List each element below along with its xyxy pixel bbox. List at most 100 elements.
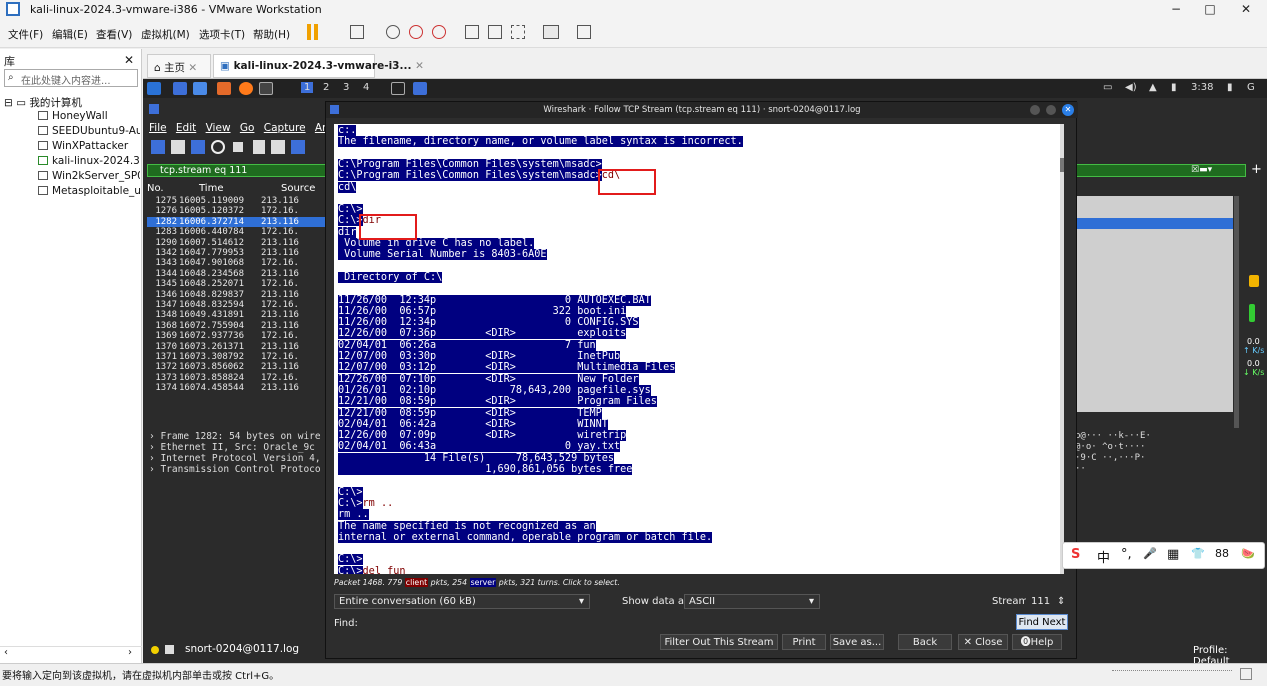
text-editor-icon[interactable] <box>217 82 231 95</box>
menu-tabs[interactable]: 选项卡(T) <box>199 27 245 42</box>
device-status-icons[interactable] <box>1112 670 1232 680</box>
close-dialog-button[interactable]: ✕ Close <box>958 634 1008 650</box>
menu-file[interactable]: 文件(F) <box>8 27 43 42</box>
show-desktop-icon[interactable] <box>173 82 187 95</box>
packet-list-scrollbar[interactable] <box>1234 196 1239 428</box>
maximize-button[interactable]: □ <box>1192 0 1228 18</box>
packet-row[interactable]: 1347 16048.832594 172.16. <box>147 300 327 310</box>
packet-row[interactable]: 1369 16072.937736 172.16. <box>147 331 327 341</box>
pause-icon[interactable] <box>307 24 311 40</box>
lock-icon[interactable]: ▮ <box>1171 82 1177 93</box>
back-button[interactable]: Back <box>898 634 952 650</box>
packet-row[interactable]: 1282 16006.372714 213.116 <box>147 216 327 227</box>
packet-row[interactable]: 1374 16074.458544 213.116 <box>147 383 327 393</box>
save-as-button[interactable]: Save as... <box>830 634 884 650</box>
tab-home[interactable]: ⌂ 主页 ✕ <box>147 54 211 78</box>
screen-lock-icon[interactable]: ▮ <box>1227 82 1233 93</box>
close-icon[interactable]: ✕ <box>415 60 424 72</box>
tree-item-vm[interactable]: Win2kServer_SP0 <box>38 170 140 182</box>
packet-info-line[interactable]: Packet 1468. 779 client pkts, 254 server… <box>334 578 620 587</box>
wireshark-task-icon[interactable] <box>413 82 427 95</box>
ws-menu-capture[interactable]: Capture <box>264 122 306 134</box>
dialog-minimize-button[interactable] <box>1030 105 1040 115</box>
tree-root-my-computer[interactable]: ⊟ ▭ 我的计算机 <box>4 95 140 110</box>
vm-screen[interactable]: 1 2 3 4 ▭ ◀) ▲ ▮ 3:38 ▮ G File Edit View… <box>143 79 1267 667</box>
stream-number-spinner[interactable]: 111 ⇕ <box>1026 594 1070 609</box>
packet-row[interactable]: 1275 16005.119009 213.116 <box>147 196 327 206</box>
ws-menu-edit[interactable]: Edit <box>176 122 196 134</box>
dialog-close-button[interactable]: ✕ <box>1062 104 1074 116</box>
capture-options-icon[interactable] <box>211 140 225 154</box>
workspace-3[interactable]: 3 <box>343 82 349 93</box>
start-capture-icon[interactable] <box>151 140 165 154</box>
ws-menu-go[interactable]: Go <box>240 122 255 134</box>
stream-content[interactable]: c:. The filename, directory name, or volu… <box>334 124 1062 574</box>
tree-item-vm[interactable]: Metasploitable_u <box>38 185 140 197</box>
packet-detail-row[interactable]: › Ethernet II, Src: Oracle_9c <box>149 442 327 453</box>
menu-view[interactable]: 查看(V) <box>96 27 132 42</box>
packet-row[interactable]: 1344 16048.234568 213.116 <box>147 269 327 279</box>
stream-scrollbar[interactable] <box>1060 124 1064 574</box>
close-button[interactable]: ✕ <box>1228 0 1264 18</box>
terminal-icon[interactable] <box>259 82 273 95</box>
packet-row[interactable]: 1346 16048.829837 213.116 <box>147 290 327 300</box>
punctuation-icon[interactable]: °, <box>1121 547 1132 562</box>
firefox-icon[interactable] <box>239 82 253 95</box>
fullscreen-icon[interactable] <box>511 25 525 39</box>
packet-row[interactable]: 1283 16006.440784 172.16. <box>147 227 327 237</box>
shield-icon[interactable] <box>1249 275 1259 287</box>
open-file-icon[interactable] <box>233 142 243 152</box>
packet-row[interactable]: 1371 16073.308792 172.16. <box>147 352 327 362</box>
display-filter-input[interactable]: tcp.stream eq 111 <box>147 164 327 177</box>
print-button[interactable]: Print <box>782 634 826 650</box>
library-search-input[interactable]: ⌕ 在此处键入内容进... <box>4 69 138 87</box>
packet-row[interactable]: 1342 16047.779953 213.116 <box>147 248 327 258</box>
packet-row[interactable]: 1372 16073.856062 213.116 <box>147 362 327 372</box>
packet-row[interactable]: 1370 16073.261371 213.116 <box>147 342 327 352</box>
filter-out-stream-button[interactable]: Filter Out This Stream <box>660 634 778 650</box>
window-list-icon[interactable] <box>391 82 405 95</box>
tree-item-vm[interactable]: kali-linux-2024.3- <box>38 155 140 167</box>
revert-snapshot-icon[interactable] <box>409 25 423 39</box>
menu-edit[interactable]: 编辑(E) <box>52 27 88 42</box>
expert-info-icon[interactable] <box>165 645 174 654</box>
expand-icon[interactable]: › <box>149 431 160 442</box>
console-view-icon[interactable] <box>543 25 559 39</box>
find-input[interactable] <box>360 616 1008 630</box>
send-ctrl-alt-del-icon[interactable] <box>350 25 364 39</box>
restart-capture-icon[interactable] <box>191 140 205 154</box>
keyboard-icon[interactable]: ▦ <box>1167 547 1179 562</box>
expand-icon[interactable]: › <box>149 464 160 475</box>
display-icon[interactable]: ▭ <box>1103 82 1112 93</box>
workspace-2[interactable]: 2 <box>323 82 329 93</box>
close-file-icon[interactable] <box>271 140 285 154</box>
col-no[interactable]: No. <box>147 183 164 194</box>
expand-icon[interactable]: › <box>149 442 160 453</box>
find-next-button[interactable]: Find Next <box>1016 614 1068 630</box>
kali-menu-icon[interactable] <box>147 82 161 95</box>
workspace-4[interactable]: 4 <box>363 82 369 93</box>
packet-row[interactable]: 1290 16007.514612 213.116 <box>147 238 327 248</box>
packet-detail-row[interactable]: › Transmission Control Protoco <box>149 464 327 475</box>
packet-row[interactable]: 1343 16047.901068 172.16. <box>147 258 327 268</box>
packet-detail-row[interactable]: › Frame 1282: 54 bytes on wire <box>149 431 327 442</box>
clear-filter-icon[interactable]: ☒▬▾ <box>1191 165 1212 175</box>
library-scrollbar[interactable]: ‹ › <box>0 646 142 660</box>
mascot-icon[interactable]: 🍉 <box>1241 547 1255 560</box>
ws-menu-view[interactable]: View <box>206 122 231 134</box>
tab-kali-vm[interactable]: ▣ kali-linux-2024.3-vmware-i3... ✕ <box>213 54 424 78</box>
library-view-icon[interactable] <box>465 25 479 39</box>
snapshot-icon[interactable] <box>386 25 400 39</box>
packet-detail-row[interactable]: › Internet Protocol Version 4, <box>149 453 327 464</box>
sogou-logo-icon[interactable]: S <box>1071 547 1080 562</box>
tree-item-vm[interactable]: SEEDUbuntu9-Au <box>38 125 140 137</box>
skin-icon[interactable]: 👕 <box>1191 547 1205 560</box>
library-close-button[interactable]: ✕ <box>124 53 134 67</box>
scroll-right-icon[interactable]: › <box>128 647 132 658</box>
col-source[interactable]: Source <box>281 183 315 194</box>
reload-icon[interactable] <box>291 140 305 154</box>
packet-row[interactable]: 1373 16073.858824 172.16. <box>147 373 327 383</box>
add-filter-icon[interactable]: + <box>1251 162 1262 177</box>
microphone-icon[interactable]: 🎤 <box>1143 547 1157 560</box>
spin-icon[interactable]: ⇕ <box>1057 595 1065 609</box>
